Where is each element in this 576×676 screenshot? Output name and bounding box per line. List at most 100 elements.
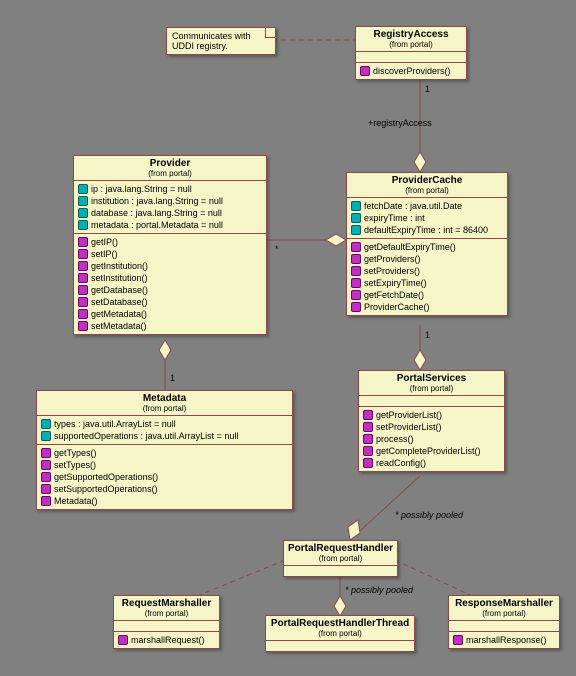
operation-icon xyxy=(351,254,361,264)
class-from: (from portal) xyxy=(363,384,500,393)
op: readConfig() xyxy=(376,457,426,469)
mult-1b: 1 xyxy=(170,373,175,383)
class-providercache: ProviderCache (from portal) fetchDate : … xyxy=(346,172,508,316)
op: marshallRequest() xyxy=(131,634,205,646)
class-responsemarshaller: ResponseMarshaller (from portal) marshal… xyxy=(448,595,560,649)
attr: institution : java.lang.String = null xyxy=(91,195,223,207)
operation-icon xyxy=(78,249,88,259)
class-from: (from portal) xyxy=(270,629,410,638)
attribute-icon xyxy=(78,196,88,206)
attribute-icon xyxy=(78,184,88,194)
class-portalrequesthandlerthread: PortalRequestHandlerThread (from portal) xyxy=(265,615,415,652)
class-from: (from portal) xyxy=(288,554,393,563)
class-provider: Provider (from portal) ip : java.lang.St… xyxy=(73,155,267,335)
op: discoverProviders() xyxy=(373,65,451,77)
operation-icon xyxy=(363,410,373,420)
op: process() xyxy=(376,433,414,445)
note-line2: UDDI registry. xyxy=(172,41,228,51)
op: setMetadata() xyxy=(91,320,147,332)
op: getIP() xyxy=(91,236,118,248)
op: getCompleteProviderList() xyxy=(376,445,481,457)
attribute-icon xyxy=(351,225,361,235)
attribute-icon xyxy=(78,208,88,218)
class-registryaccess: RegistryAccess (from portal) discoverPro… xyxy=(355,26,467,80)
class-metadata: Metadata (from portal) types : java.util… xyxy=(36,390,293,510)
op: setIP() xyxy=(91,248,118,260)
operation-icon xyxy=(118,635,128,645)
operation-icon xyxy=(363,434,373,444)
class-portalservices: PortalServices (from portal) getProvider… xyxy=(358,370,505,472)
class-from: (from portal) xyxy=(360,40,462,49)
op: getDatabase() xyxy=(91,284,148,296)
op: setDatabase() xyxy=(91,296,148,308)
op: getDefaultExpiryTime() xyxy=(364,241,456,253)
op: getProviderList() xyxy=(376,409,442,421)
class-portalrequesthandler: PortalRequestHandler (from portal) xyxy=(283,540,398,577)
operation-icon xyxy=(78,285,88,295)
attr: fetchDate : java.util.Date xyxy=(364,200,462,212)
note-uddi: Communicates with UDDI registry. xyxy=(166,27,276,55)
op: getFetchDate() xyxy=(364,289,424,301)
mult-1: 1 xyxy=(425,84,430,94)
class-from: (from portal) xyxy=(78,169,262,178)
op: setExpiryTime() xyxy=(364,277,427,289)
class-from: (from portal) xyxy=(41,404,288,413)
operation-icon xyxy=(78,297,88,307)
attribute-icon xyxy=(78,220,88,230)
operation-icon xyxy=(453,635,463,645)
operation-icon xyxy=(41,472,51,482)
attribute-icon xyxy=(41,419,51,429)
attr: supportedOperations : java.util.ArrayLis… xyxy=(54,430,238,442)
attr: types : java.util.ArrayList = null xyxy=(54,418,176,430)
operation-icon xyxy=(351,266,361,276)
class-title: RequestMarshaller xyxy=(118,598,215,609)
op: setProviders() xyxy=(364,265,420,277)
mult-1c: 1 xyxy=(425,330,430,340)
op: setProviderList() xyxy=(376,421,442,433)
operation-icon xyxy=(351,290,361,300)
op: setTypes() xyxy=(54,459,96,471)
class-requestmarshaller: RequestMarshaller (from portal) marshall… xyxy=(113,595,220,649)
operation-icon xyxy=(363,458,373,468)
op: marshallResponse() xyxy=(466,634,547,646)
class-title: RegistryAccess xyxy=(360,29,462,40)
op: getMetadata() xyxy=(91,308,147,320)
class-title: Metadata xyxy=(41,393,288,404)
constraint-pooled2: * possibly pooled xyxy=(345,585,413,595)
class-title: PortalServices xyxy=(363,373,500,384)
class-from: (from portal) xyxy=(351,186,503,195)
attribute-icon xyxy=(41,431,51,441)
operation-icon xyxy=(41,484,51,494)
class-from: (from portal) xyxy=(453,609,555,618)
operation-icon xyxy=(41,496,51,506)
class-title: PortalRequestHandler xyxy=(288,543,393,554)
operation-icon xyxy=(78,321,88,331)
attr: ip : java.lang.String = null xyxy=(91,183,192,195)
operation-icon xyxy=(78,273,88,283)
attr: metadata : portal.Metadata = null xyxy=(91,219,223,231)
role-registryaccess: +registryAccess xyxy=(368,118,432,128)
class-title: ResponseMarshaller xyxy=(453,598,555,609)
operation-icon xyxy=(351,278,361,288)
operation-icon xyxy=(41,448,51,458)
attr: defaultExpiryTime : int = 86400 xyxy=(364,224,488,236)
op: ProviderCache() xyxy=(364,301,430,313)
op: getProviders() xyxy=(364,253,421,265)
op: setInstitution() xyxy=(91,272,148,284)
constraint-pooled1: * possibly pooled xyxy=(395,510,463,520)
operation-icon xyxy=(41,460,51,470)
operation-icon xyxy=(351,242,361,252)
operation-icon xyxy=(363,422,373,432)
attribute-icon xyxy=(351,201,361,211)
mult-star: * xyxy=(275,244,279,254)
op: getInstitution() xyxy=(91,260,148,272)
class-from: (from portal) xyxy=(118,609,215,618)
note-line1: Communicates with xyxy=(172,31,251,41)
attribute-icon xyxy=(351,213,361,223)
attr: expiryTime : int xyxy=(364,212,425,224)
class-title: PortalRequestHandlerThread xyxy=(270,618,410,629)
operation-icon xyxy=(360,66,370,76)
operation-icon xyxy=(78,309,88,319)
operation-icon xyxy=(363,446,373,456)
attr: database : java.lang.String = null xyxy=(91,207,222,219)
